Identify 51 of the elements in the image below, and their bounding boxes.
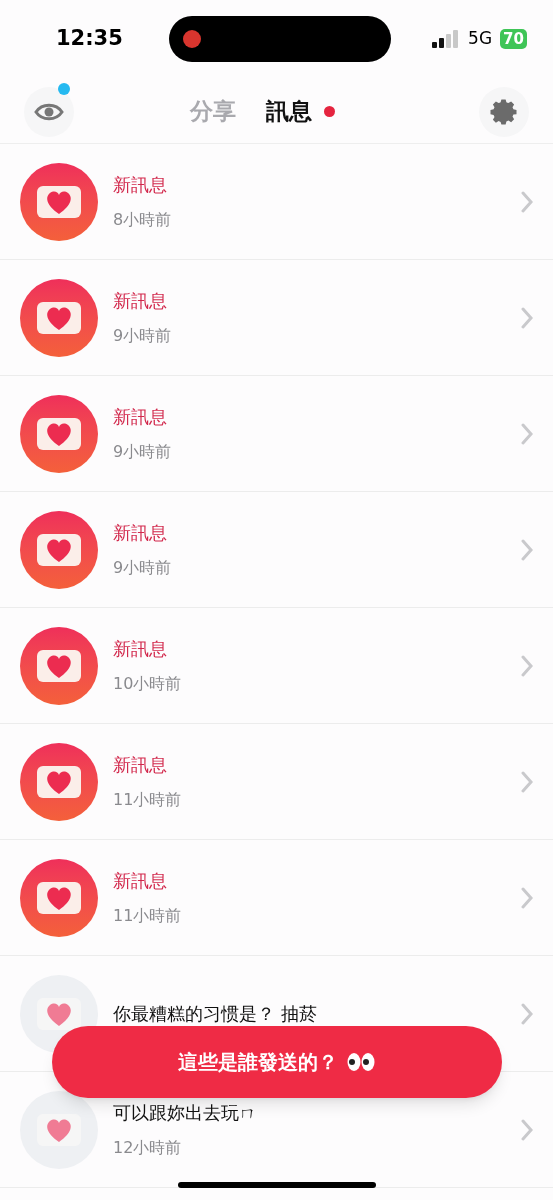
message-time: 9小時前: [113, 441, 173, 463]
message-title: 新訊息: [113, 753, 168, 777]
heart-envelope-icon: [36, 1111, 82, 1148]
chevron-right-icon: [521, 886, 533, 909]
message-title: 可以跟妳出去玩ㄇ: [113, 1101, 258, 1125]
message-title: 新訊息: [113, 869, 168, 893]
heart-envelope-icon: [36, 763, 82, 800]
message-time: 12小時前: [113, 1137, 183, 1159]
message-row[interactable]: 新訊息 9小時前: [0, 260, 553, 376]
chevron-right-icon: [521, 306, 533, 329]
eyes-icon: [346, 1051, 376, 1073]
network-label: 5G: [468, 27, 493, 51]
message-title: 新訊息: [113, 289, 168, 313]
message-title: 新訊息: [113, 405, 168, 429]
message-title: 新訊息: [113, 521, 168, 545]
message-row[interactable]: 新訊息 8小時前: [0, 144, 553, 260]
chevron-right-icon: [521, 1118, 533, 1141]
message-row[interactable]: 新訊息 11小時前: [0, 840, 553, 956]
chevron-right-icon: [521, 190, 533, 213]
visitors-button[interactable]: [24, 86, 74, 137]
message-row[interactable]: 新訊息 9小時前: [0, 492, 553, 608]
heart-envelope-icon: [36, 415, 82, 452]
message-title: 新訊息: [113, 173, 168, 197]
chevron-right-icon: [521, 654, 533, 677]
message-time: 9小時前: [113, 325, 173, 347]
signal-icon: [432, 30, 461, 48]
message-title: 新訊息: [113, 637, 168, 661]
heart-envelope-icon: [36, 299, 82, 336]
heart-envelope-icon: [36, 879, 82, 916]
message-time: 11小時前: [113, 789, 183, 811]
message-row[interactable]: 新訊息 11小時前: [0, 724, 553, 840]
chevron-right-icon: [521, 538, 533, 561]
chevron-right-icon: [521, 422, 533, 445]
message-time: 10小時前: [113, 673, 183, 695]
chevron-right-icon: [521, 1002, 533, 1025]
battery-indicator: 70: [500, 29, 527, 49]
message-time: 11小時前: [113, 905, 183, 927]
heart-envelope-icon: [36, 995, 82, 1032]
heart-envelope-icon: [36, 647, 82, 684]
status-time: 12:35: [56, 25, 123, 53]
heart-envelope-icon: [36, 183, 82, 220]
tab[interactable]: 訊息: [266, 94, 312, 129]
heart-envelope-icon: [36, 531, 82, 568]
message-title: 你最糟糕的习惯是？ 抽菸: [113, 1002, 318, 1026]
message-row[interactable]: 新訊息 10小時前: [0, 608, 553, 724]
eye-icon: [34, 101, 64, 122]
message-time: 9小時前: [113, 557, 173, 579]
message-row[interactable]: 新訊息 9小時前: [0, 376, 553, 492]
who-sent-toast[interactable]: 這些是誰發送的？: [52, 1026, 502, 1098]
chevron-right-icon: [521, 770, 533, 793]
message-time: 8小時前: [113, 209, 173, 231]
